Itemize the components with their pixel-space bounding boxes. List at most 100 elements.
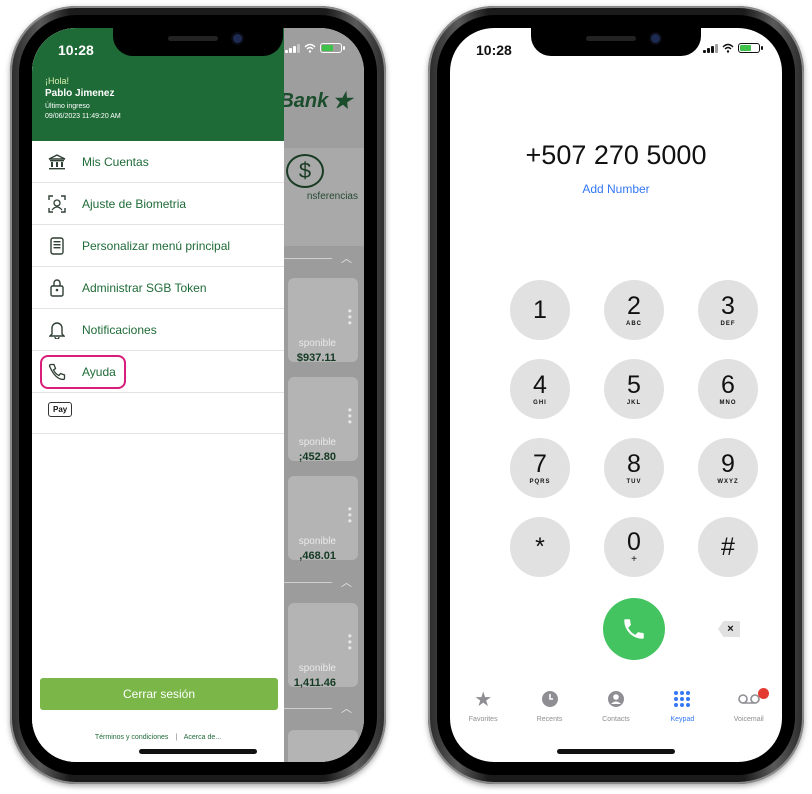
status-icons <box>703 43 763 53</box>
account-card[interactable]: • • • <box>288 278 358 362</box>
key-letters: + <box>631 553 637 565</box>
phone-menu-icon <box>46 236 68 256</box>
key-digit: 7 <box>533 449 547 478</box>
bell-icon <box>46 320 68 340</box>
phone-icon <box>624 619 644 639</box>
dialed-number: +507 270 5000 <box>525 140 707 170</box>
menu-item-biometria[interactable]: Ajuste de Biometria <box>32 183 284 225</box>
apple-pay-label: Pay <box>53 405 68 414</box>
apple-pay-row[interactable]: Pay <box>32 393 284 434</box>
terms-link[interactable]: Términos y condiciones <box>95 734 169 741</box>
more-icon[interactable]: • • • <box>348 630 352 654</box>
screen-bank-app: Bank ★ $ nsferencias ︿ • • • sponible $937… <box>32 28 364 762</box>
account-available-label: sponible <box>298 437 336 448</box>
key-7[interactable]: 7 PQRS <box>510 438 570 498</box>
account-card[interactable] <box>288 730 358 762</box>
token-lock-icon <box>46 278 68 298</box>
side-drawer: ¡Hola! Pablo Jimenez Último ingreso 09/0… <box>32 28 284 762</box>
account-card[interactable]: • • • <box>288 476 358 560</box>
wifi-icon <box>722 43 734 53</box>
key-5[interactable]: 5 JKL <box>604 359 664 419</box>
menu-item-label: Mis Cuentas <box>82 154 149 169</box>
tab-bar: ★ Favorites Recents Contacts Keypad Voic… <box>450 686 782 736</box>
menu-item-personalizar[interactable]: Personalizar menú principal <box>32 225 284 267</box>
key-6[interactable]: 6 MNO <box>698 359 758 419</box>
chevron-up-icon[interactable]: ︿ <box>341 250 352 266</box>
transfer-label: nsferencias <box>306 191 358 202</box>
add-number-link[interactable]: Add Number <box>450 182 782 196</box>
speaker <box>168 36 218 41</box>
chevron-up-icon[interactable]: ︿ <box>341 700 352 716</box>
key-letters: DEF <box>720 320 736 327</box>
key-digit: * <box>535 532 545 561</box>
tab-label: Contacts <box>602 716 630 723</box>
key-digit: # <box>721 532 735 561</box>
key-letters: ABC <box>626 320 642 327</box>
more-icon[interactable]: • • • <box>348 503 352 527</box>
key-digit: 2 <box>627 291 641 320</box>
phone-frame-left: Bank ★ $ nsferencias ︿ • • • sponible $937… <box>10 6 386 784</box>
account-available-label: sponible <box>298 338 336 349</box>
key-digit: 0 <box>627 527 641 556</box>
front-camera <box>233 34 242 43</box>
menu-item-notificaciones[interactable]: Notificaciones <box>32 309 284 351</box>
apple-pay-badge[interactable]: Pay <box>48 402 73 417</box>
more-icon[interactable]: • • • <box>348 305 352 329</box>
wifi-icon <box>304 43 316 53</box>
account-card[interactable]: • • • <box>288 377 358 461</box>
tab-favorites[interactable]: ★ Favorites <box>453 686 513 736</box>
transfer-icon[interactable]: $ <box>286 154 324 188</box>
bank-brand-text: Bank <box>279 89 329 112</box>
greeting: ¡Hola! <box>45 76 70 86</box>
key-digit: 8 <box>627 449 641 478</box>
clock-icon <box>541 686 559 712</box>
about-link[interactable]: Acerca de... <box>184 734 221 741</box>
chevron-up-icon[interactable]: ︿ <box>341 574 352 590</box>
last-login-value: 09/06/2023 11:49:20 AM <box>45 113 121 120</box>
home-indicator <box>139 749 257 754</box>
tab-label: Voicemail <box>733 716 764 723</box>
key-letters: PQRS <box>529 478 551 485</box>
more-icon[interactable]: • • • <box>348 404 352 428</box>
key-9[interactable]: 9 WXYZ <box>698 438 758 498</box>
key-digit: 1 <box>533 295 547 324</box>
menu-item-mis-cuentas[interactable]: Mis Cuentas <box>32 141 284 183</box>
tab-keypad[interactable]: Keypad <box>652 686 712 736</box>
delete-button[interactable]: × <box>718 621 740 637</box>
voicemail-icon <box>737 686 760 712</box>
menu-item-ayuda[interactable]: Ayuda <box>32 351 284 393</box>
logout-button[interactable]: Cerrar sesión <box>40 678 278 710</box>
menu-item-sgb-token[interactable]: Administrar SGB Token <box>32 267 284 309</box>
key-8[interactable]: 8 TUV <box>604 438 664 498</box>
key-digit: 9 <box>721 449 735 478</box>
key-letters: MNO <box>719 399 737 406</box>
key-hash[interactable]: # <box>698 517 758 577</box>
home-indicator <box>557 749 675 754</box>
notification-badge <box>757 688 769 699</box>
tab-voicemail[interactable]: Voicemail <box>719 686 779 736</box>
notch <box>113 28 283 56</box>
key-4[interactable]: 4 GHI <box>510 359 570 419</box>
key-star[interactable]: * <box>510 517 570 577</box>
key-0[interactable]: 0 + <box>604 517 664 577</box>
status-time: 10:28 <box>58 42 94 58</box>
speaker <box>586 36 636 41</box>
battery-icon <box>320 43 345 53</box>
call-button[interactable] <box>603 598 665 660</box>
front-camera <box>651 34 660 43</box>
tab-contacts[interactable]: Contacts <box>586 686 646 736</box>
screen-phone-dialer: 10:28 +507 270 5000 Add Number 1 2 ABC 3D… <box>450 28 782 762</box>
key-1[interactable]: 1 <box>510 280 570 340</box>
menu-item-label: Personalizar menú principal <box>82 238 231 253</box>
tab-label: Favorites <box>468 716 498 723</box>
account-card[interactable]: • • • <box>288 603 358 687</box>
key-2[interactable]: 2 ABC <box>604 280 664 340</box>
key-3[interactable]: 3 DEF <box>698 280 758 340</box>
key-letters: TUV <box>626 478 642 485</box>
bank-icon <box>46 152 68 172</box>
tab-recents[interactable]: Recents <box>520 686 580 736</box>
star-logo-icon: ★ <box>332 88 352 113</box>
signal-icon <box>703 43 718 53</box>
menu-item-label: Ajuste de Biometria <box>82 196 187 211</box>
signal-icon <box>285 43 300 53</box>
